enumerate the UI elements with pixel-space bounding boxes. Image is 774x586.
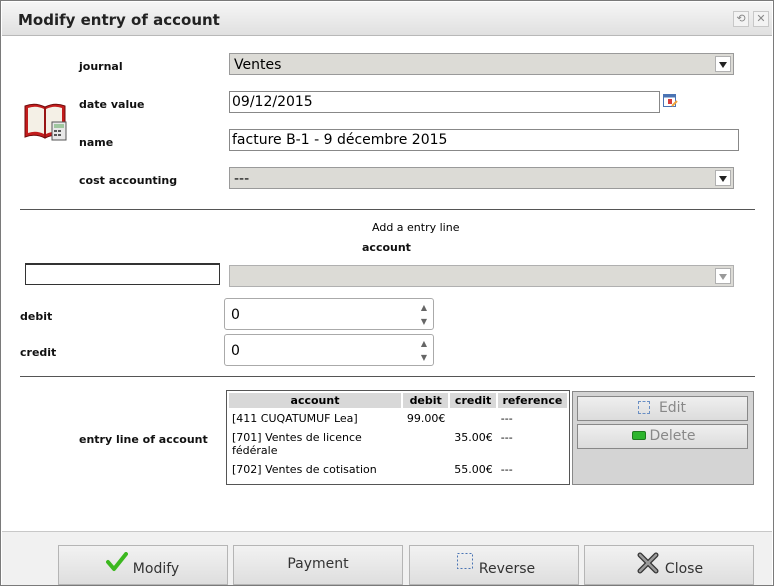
account-label: account (362, 241, 411, 254)
debit-stepper[interactable]: 0 ▲ ▼ (224, 298, 434, 330)
divider (20, 376, 755, 377)
date-value-label: date value (79, 98, 145, 111)
chevron-down-icon[interactable] (715, 170, 731, 186)
cell-reference: --- (500, 463, 513, 476)
journal-label: journal (79, 60, 123, 73)
cost-accounting-selected-value: --- (234, 171, 250, 187)
close-label: Close (664, 561, 704, 577)
increment-icon[interactable]: ▲ (417, 337, 431, 350)
title-bar: Modify entry of account ⟲ ✕ (2, 2, 772, 36)
modify-label: Modify (132, 561, 180, 577)
cell-debit (403, 429, 448, 459)
edit-line-button[interactable]: Edit (577, 396, 748, 421)
credit-value: 0 (231, 343, 240, 359)
column-header-credit[interactable]: credit (450, 393, 496, 408)
cell-debit (403, 461, 448, 478)
payment-button[interactable]: Payment (233, 545, 403, 585)
cell-account: [702] Ventes de cotisation (232, 463, 377, 476)
cost-accounting-label: cost accounting (79, 174, 178, 187)
date-value-input[interactable]: 09/12/2015 (229, 91, 660, 113)
decrement-icon[interactable]: ▼ (417, 315, 431, 328)
reverse-label: Reverse (478, 561, 536, 577)
journal-select[interactable]: Ventes (229, 53, 734, 75)
restore-icon[interactable]: ⟲ (733, 11, 749, 27)
entry-lines-label: entry line of account (79, 433, 208, 446)
chevron-down-icon[interactable] (715, 56, 731, 72)
increment-icon[interactable]: ▲ (417, 301, 431, 314)
cell-debit: 99.00€ (406, 412, 446, 425)
column-header-account[interactable]: account (229, 393, 401, 408)
column-header-reference[interactable]: reference (497, 393, 567, 408)
cell-credit: 35.00€ (454, 431, 493, 444)
debit-label: debit (20, 310, 53, 323)
entry-lines-table: account debit credit reference [411 CUQA… (226, 390, 570, 485)
close-window-icon[interactable]: ✕ (753, 11, 769, 27)
delete-line-label: Delete (649, 428, 696, 444)
calendar-icon[interactable] (662, 92, 678, 108)
dialog-title: Modify entry of account (18, 11, 220, 29)
table-row[interactable]: [702] Ventes de cotisation 55.00€ --- (229, 461, 567, 478)
debit-value: 0 (231, 307, 240, 323)
table-row[interactable]: [701] Ventes de licence fédérale 35.00€ … (229, 429, 567, 459)
cell-account: [701] Ventes de licence fédérale (232, 431, 362, 457)
decrement-icon[interactable]: ▼ (417, 351, 431, 364)
delete-line-button[interactable]: Delete (577, 424, 748, 449)
divider (20, 209, 755, 210)
cell-reference: --- (500, 412, 513, 425)
delete-icon (632, 431, 646, 440)
reverse-button[interactable]: Reverse (409, 545, 579, 585)
cell-credit: 55.00€ (454, 463, 493, 476)
dialog-footer: Modify Payment Reverse Close (2, 531, 772, 585)
line-actions-panel: Edit Delete (572, 391, 754, 485)
edit-line-label: Edit (658, 400, 687, 416)
account-code-input[interactable] (25, 263, 220, 285)
payment-label: Payment (287, 556, 349, 572)
modify-button[interactable]: Modify (58, 545, 228, 585)
journal-selected-value: Ventes (234, 57, 282, 73)
edit-icon (638, 401, 650, 414)
credit-label: credit (20, 346, 57, 359)
cell-reference: --- (500, 431, 513, 444)
account-select[interactable] (229, 265, 734, 287)
cost-accounting-select[interactable]: --- (229, 167, 734, 189)
credit-stepper[interactable]: 0 ▲ ▼ (224, 334, 434, 366)
chevron-down-icon[interactable] (715, 268, 731, 284)
name-label: name (79, 136, 114, 149)
add-entry-line-title: Add a entry line (372, 221, 460, 234)
cell-account: [411 CUQATUMUF Lea] (232, 412, 358, 425)
close-button[interactable]: Close (584, 545, 754, 585)
modify-entry-dialog: Modify entry of account ⟲ ✕ journal Vent… (0, 0, 774, 586)
table-row[interactable]: [411 CUQATUMUF Lea] 99.00€ --- (229, 410, 567, 427)
name-input[interactable]: facture B-1 - 9 décembre 2015 (229, 129, 739, 151)
book-calculator-icon (23, 100, 69, 142)
column-header-debit[interactable]: debit (403, 393, 449, 408)
cell-credit (450, 410, 495, 427)
